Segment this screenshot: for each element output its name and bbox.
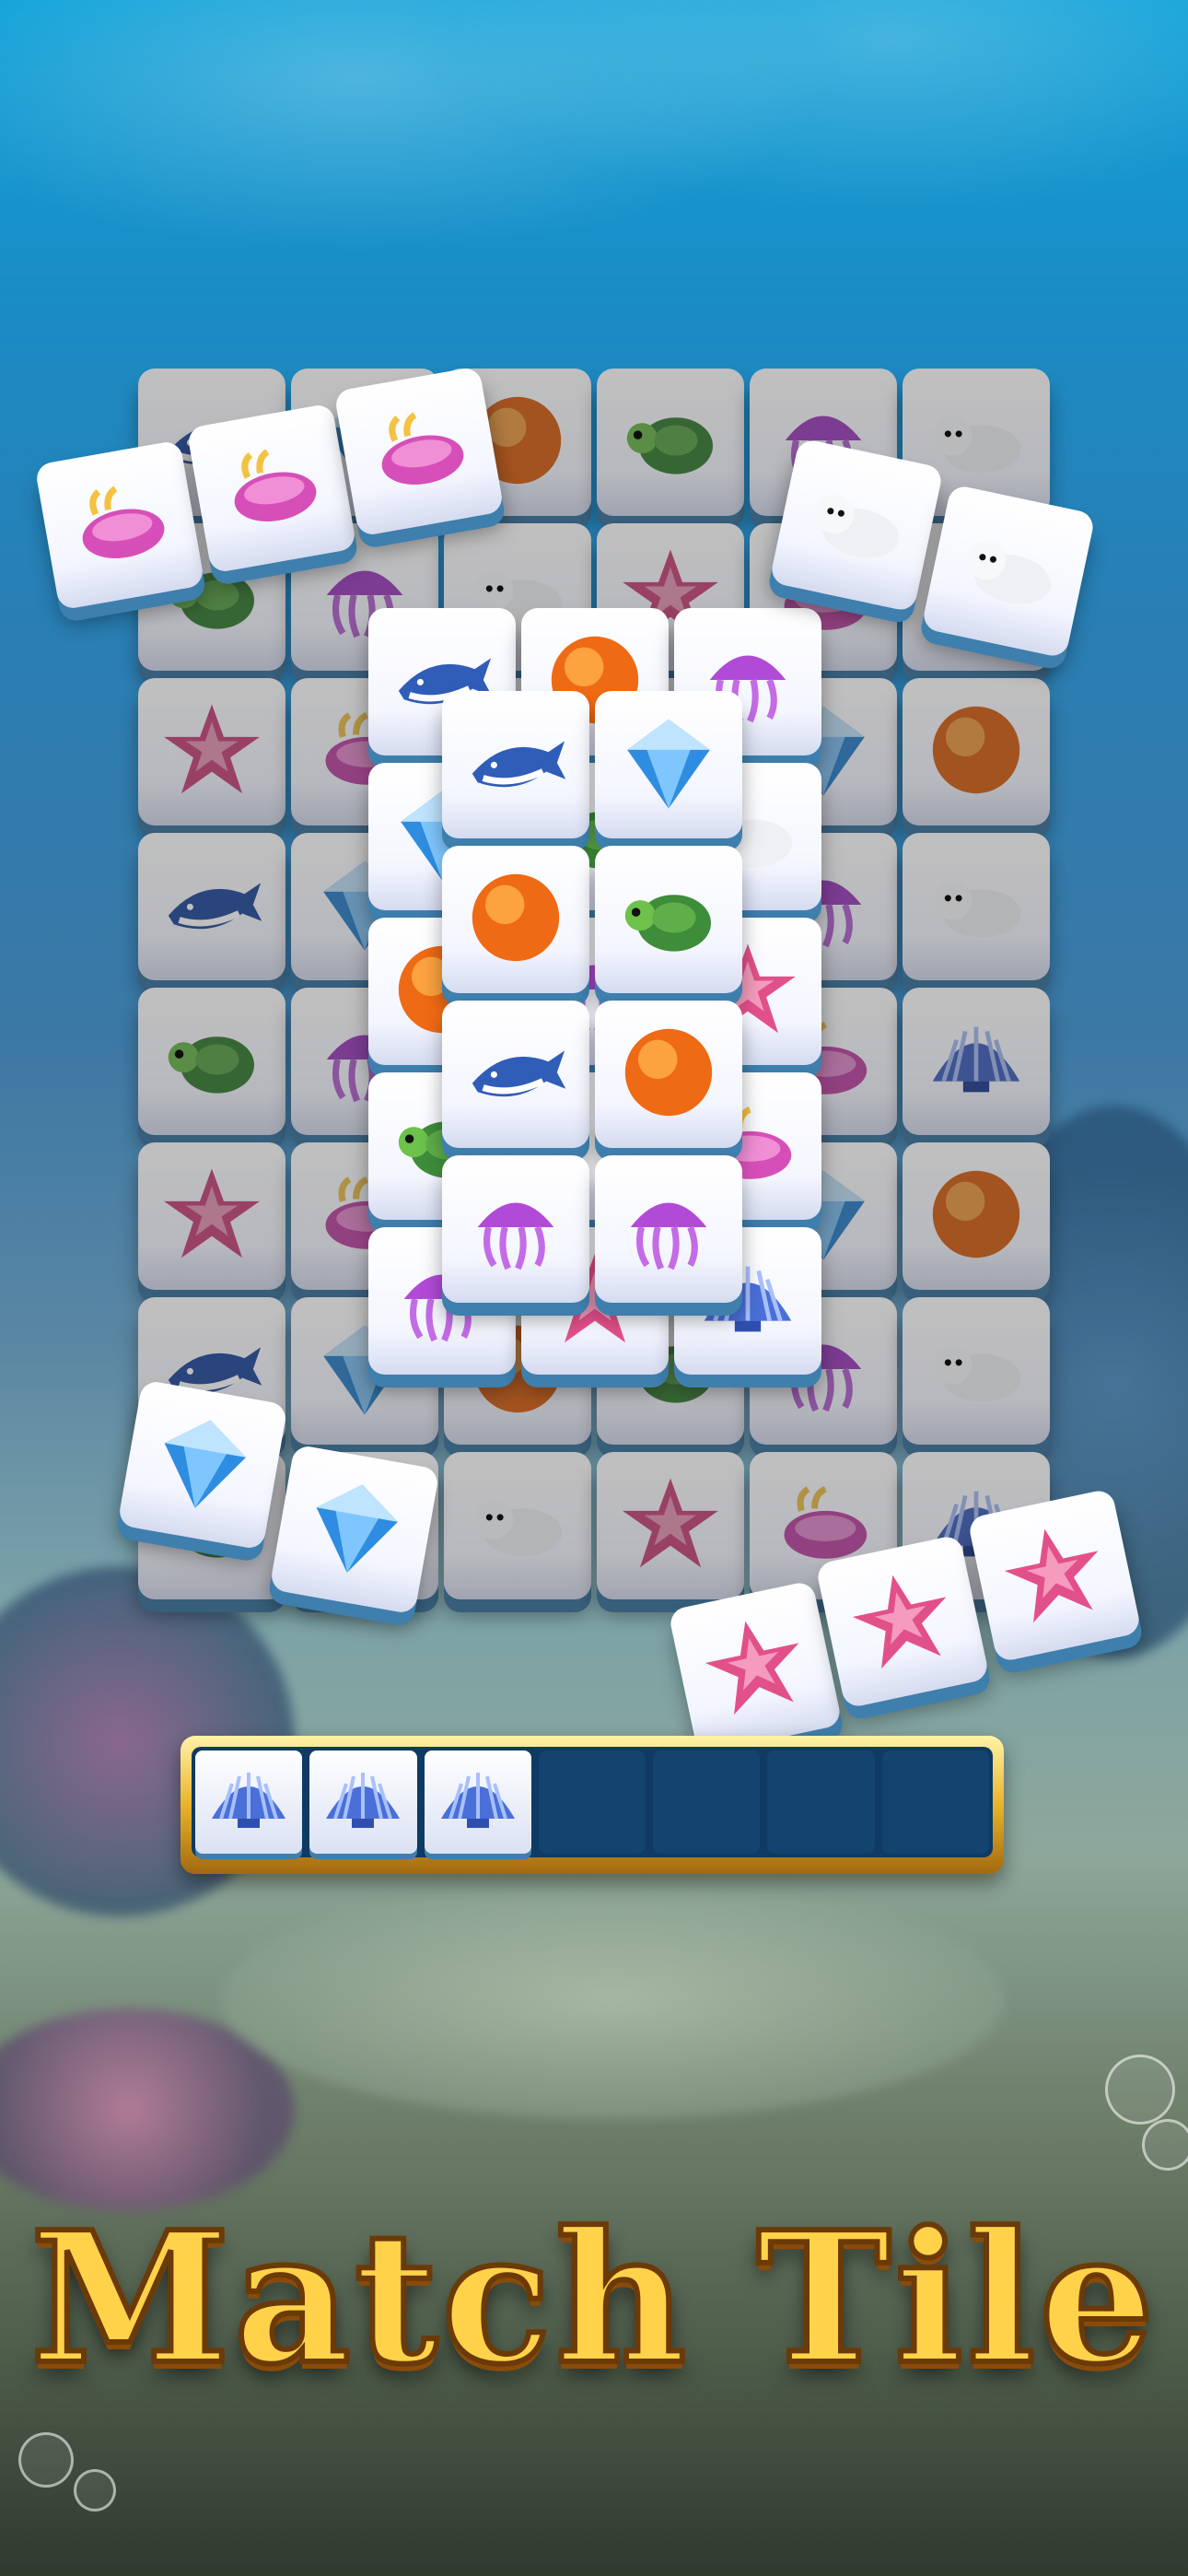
tile-diamond[interactable] (269, 1444, 440, 1615)
tile-turtle[interactable] (595, 846, 742, 993)
tile-shell[interactable] (903, 988, 1050, 1135)
diamond-icon (139, 1400, 265, 1530)
turtle-icon (616, 386, 725, 498)
tile-starfish[interactable] (138, 678, 285, 825)
tray-slot (195, 1751, 303, 1854)
water-surface (0, 0, 1188, 387)
tile-starfish[interactable] (815, 1534, 990, 1709)
tile-diamond[interactable] (117, 1379, 288, 1551)
tile-orange-ball[interactable] (442, 846, 589, 993)
tile-shark[interactable] (138, 833, 285, 980)
bubble (18, 2432, 74, 2488)
tile-jellyfish[interactable] (595, 1155, 742, 1303)
shark-icon (461, 708, 570, 821)
tile-seaslug[interactable] (333, 366, 505, 537)
tray-slot (309, 1751, 417, 1854)
seal-icon (922, 1315, 1031, 1427)
tile-seaslug[interactable] (186, 403, 357, 574)
starfish-icon (691, 1601, 821, 1734)
tile-jellyfish[interactable] (442, 1155, 589, 1303)
shark-icon (461, 1018, 570, 1130)
tray-slot (424, 1751, 531, 1854)
tile-starfish[interactable] (668, 1580, 843, 1755)
tile-orange-ball[interactable] (903, 678, 1050, 825)
tile-seal[interactable] (903, 1297, 1050, 1445)
orange-ball-icon (922, 696, 1031, 808)
tile-turtle[interactable] (597, 369, 744, 516)
tile-diamond[interactable] (595, 691, 742, 838)
seaslug-icon (355, 387, 482, 517)
seaslug-icon (208, 424, 334, 554)
tile-board (34, 366, 1142, 1755)
tile-turtle[interactable] (138, 988, 285, 1135)
tile-starfish[interactable] (138, 1142, 285, 1290)
game-screen: Match Tile (0, 0, 1188, 2576)
seal-icon (922, 850, 1031, 963)
diamond-icon (614, 708, 723, 821)
tile-starfish[interactable] (597, 1452, 744, 1599)
shell-icon (317, 1754, 409, 1850)
turtle-icon (157, 1005, 266, 1118)
orange-ball-icon (461, 863, 570, 976)
bubble (74, 2469, 116, 2512)
bubble (1142, 2119, 1188, 2171)
game-title: Match Tile (28, 2190, 1159, 2407)
tray-slots (192, 1747, 993, 1857)
tile-seaslug[interactable] (34, 439, 205, 611)
tile-shark[interactable] (442, 691, 589, 838)
tray-slot (538, 1751, 646, 1854)
diamond-icon (291, 1465, 417, 1595)
tile-seal[interactable] (444, 1452, 591, 1599)
seal-icon (944, 505, 1074, 638)
bubble (1105, 2055, 1175, 2125)
tile-starfish[interactable] (967, 1488, 1142, 1663)
starfish-icon (157, 1160, 266, 1272)
jellyfish-icon (461, 1173, 570, 1285)
starfish-icon (838, 1555, 968, 1688)
seaslug-icon (56, 461, 182, 591)
tray-slot (881, 1751, 989, 1854)
shell-icon (922, 1005, 1031, 1118)
tile-seal[interactable] (769, 438, 944, 613)
tile-shark[interactable] (442, 1001, 589, 1148)
seal-icon (463, 1469, 572, 1582)
starfish-icon (157, 696, 266, 808)
sand-patch (221, 1879, 1004, 2119)
shark-icon (157, 850, 266, 963)
tray-slot (767, 1751, 875, 1854)
tile-seal[interactable] (921, 484, 1096, 659)
orange-ball-icon (922, 1160, 1031, 1272)
shell-icon (203, 1754, 295, 1850)
starfish-icon (616, 1469, 725, 1582)
tray-slot (653, 1751, 761, 1854)
tile-orange-ball[interactable] (595, 1001, 742, 1148)
tile-orange-ball[interactable] (903, 1142, 1050, 1290)
orange-ball-icon (614, 1018, 723, 1130)
seal-icon (792, 459, 922, 591)
jellyfish-icon (614, 1173, 723, 1285)
starfish-icon (990, 1509, 1120, 1642)
shell-icon (432, 1754, 524, 1850)
tile-tray (181, 1736, 1004, 1874)
turtle-icon (614, 863, 723, 976)
tile-seal[interactable] (903, 833, 1050, 980)
